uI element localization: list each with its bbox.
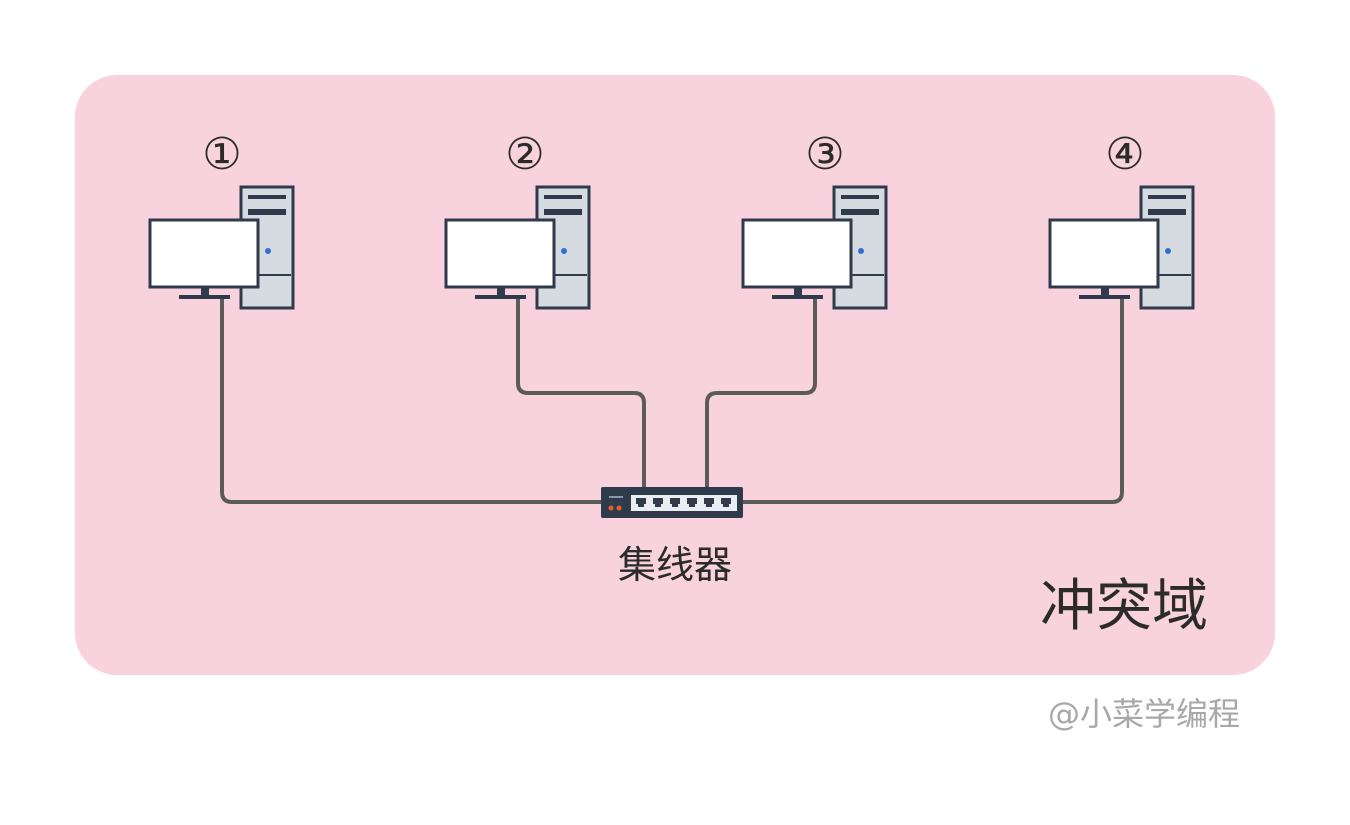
computer-label-1: ① xyxy=(202,129,241,180)
network-hub-icon xyxy=(601,487,743,518)
watermark: @小菜学编程 xyxy=(1048,695,1240,733)
network-diagram: ① ② ③ ④ 集线器 冲突域 @小菜学编程 xyxy=(75,75,1275,733)
computer-label-4: ④ xyxy=(1105,129,1144,180)
computer-label-2: ② xyxy=(505,129,544,180)
computer-label-3: ③ xyxy=(805,129,844,180)
hub-label: 集线器 xyxy=(618,543,732,587)
collision-domain-label: 冲突域 xyxy=(1040,574,1208,639)
